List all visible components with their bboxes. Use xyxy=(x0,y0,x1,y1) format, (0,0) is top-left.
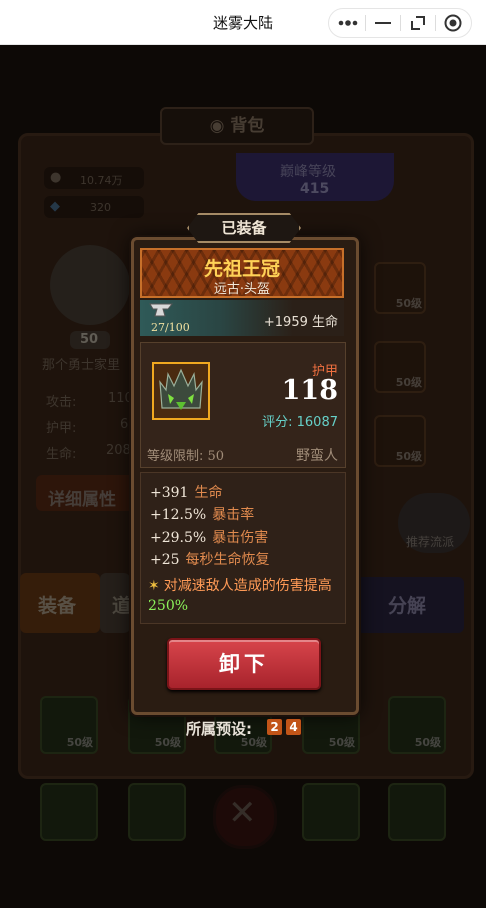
minimize-icon[interactable] xyxy=(366,9,400,37)
close-miniprogram-icon[interactable] xyxy=(436,9,470,37)
special-effect-value: 250% xyxy=(148,598,189,614)
bonus-stat: +29.5% 暴击伤害 xyxy=(150,527,268,547)
equipped-tag: 已装备 xyxy=(187,213,301,243)
score-value: 16087 xyxy=(296,415,338,430)
bonus-stat: +12.5% 暴击率 xyxy=(150,504,254,524)
bonus-stat-value: +12.5% xyxy=(150,507,207,523)
forge-bonus: +1959 生命 xyxy=(263,315,338,330)
star-icon: ✶ xyxy=(148,578,160,594)
bonus-stat-name: 暴击率 xyxy=(212,507,255,523)
item-subtitle: 远古·头盔 xyxy=(213,282,271,297)
level-requirement: 等级限制: 50 xyxy=(147,445,224,464)
bonus-stat-value: +391 xyxy=(150,485,189,501)
mini-program-titlebar: 迷雾大陆 xyxy=(0,0,486,45)
level-req-label: 等级限制: xyxy=(147,449,204,464)
level-req-value: 50 xyxy=(207,449,225,464)
bonus-stat: +25 每秒生命恢复 xyxy=(150,549,270,569)
item-score: 评分: 16087 xyxy=(262,411,338,430)
bonus-stat-value: +25 xyxy=(150,552,180,568)
forge-count: 27/100 xyxy=(151,321,190,334)
bonus-stat-name: 每秒生命恢复 xyxy=(185,552,270,568)
more-options-icon[interactable] xyxy=(331,9,365,37)
class-requirement: 野蛮人 xyxy=(296,448,338,464)
capsule-menu xyxy=(328,8,472,38)
item-icon-frame xyxy=(152,362,210,420)
bonus-stat: +391 生命 xyxy=(150,482,222,502)
main-stat-value: 118 xyxy=(281,375,338,406)
bonus-stat-value: +29.5% xyxy=(150,530,207,546)
item-name: 先祖王冠 xyxy=(203,258,280,280)
special-effect: ✶ 对减速敌人造成的伤害提高 250% xyxy=(148,576,342,616)
special-effect-text: 对减速敌人造成的伤害提高 xyxy=(163,578,332,594)
unequip-button[interactable]: 卸下 xyxy=(167,638,321,690)
bonus-stat-name: 生命 xyxy=(194,485,223,501)
helmet-icon xyxy=(159,368,203,410)
preset-label: 所属预设: xyxy=(186,720,252,738)
preset-badge[interactable]: 4 xyxy=(286,719,301,735)
bonus-stat-name: 暴击伤害 xyxy=(212,530,269,546)
restore-window-icon[interactable] xyxy=(401,9,435,37)
item-name-banner: 先祖王冠 远古·头盔 xyxy=(140,248,344,298)
preset-badge[interactable]: 2 xyxy=(267,719,282,735)
anvil-icon xyxy=(149,303,174,317)
score-label: 评分: xyxy=(262,415,293,430)
